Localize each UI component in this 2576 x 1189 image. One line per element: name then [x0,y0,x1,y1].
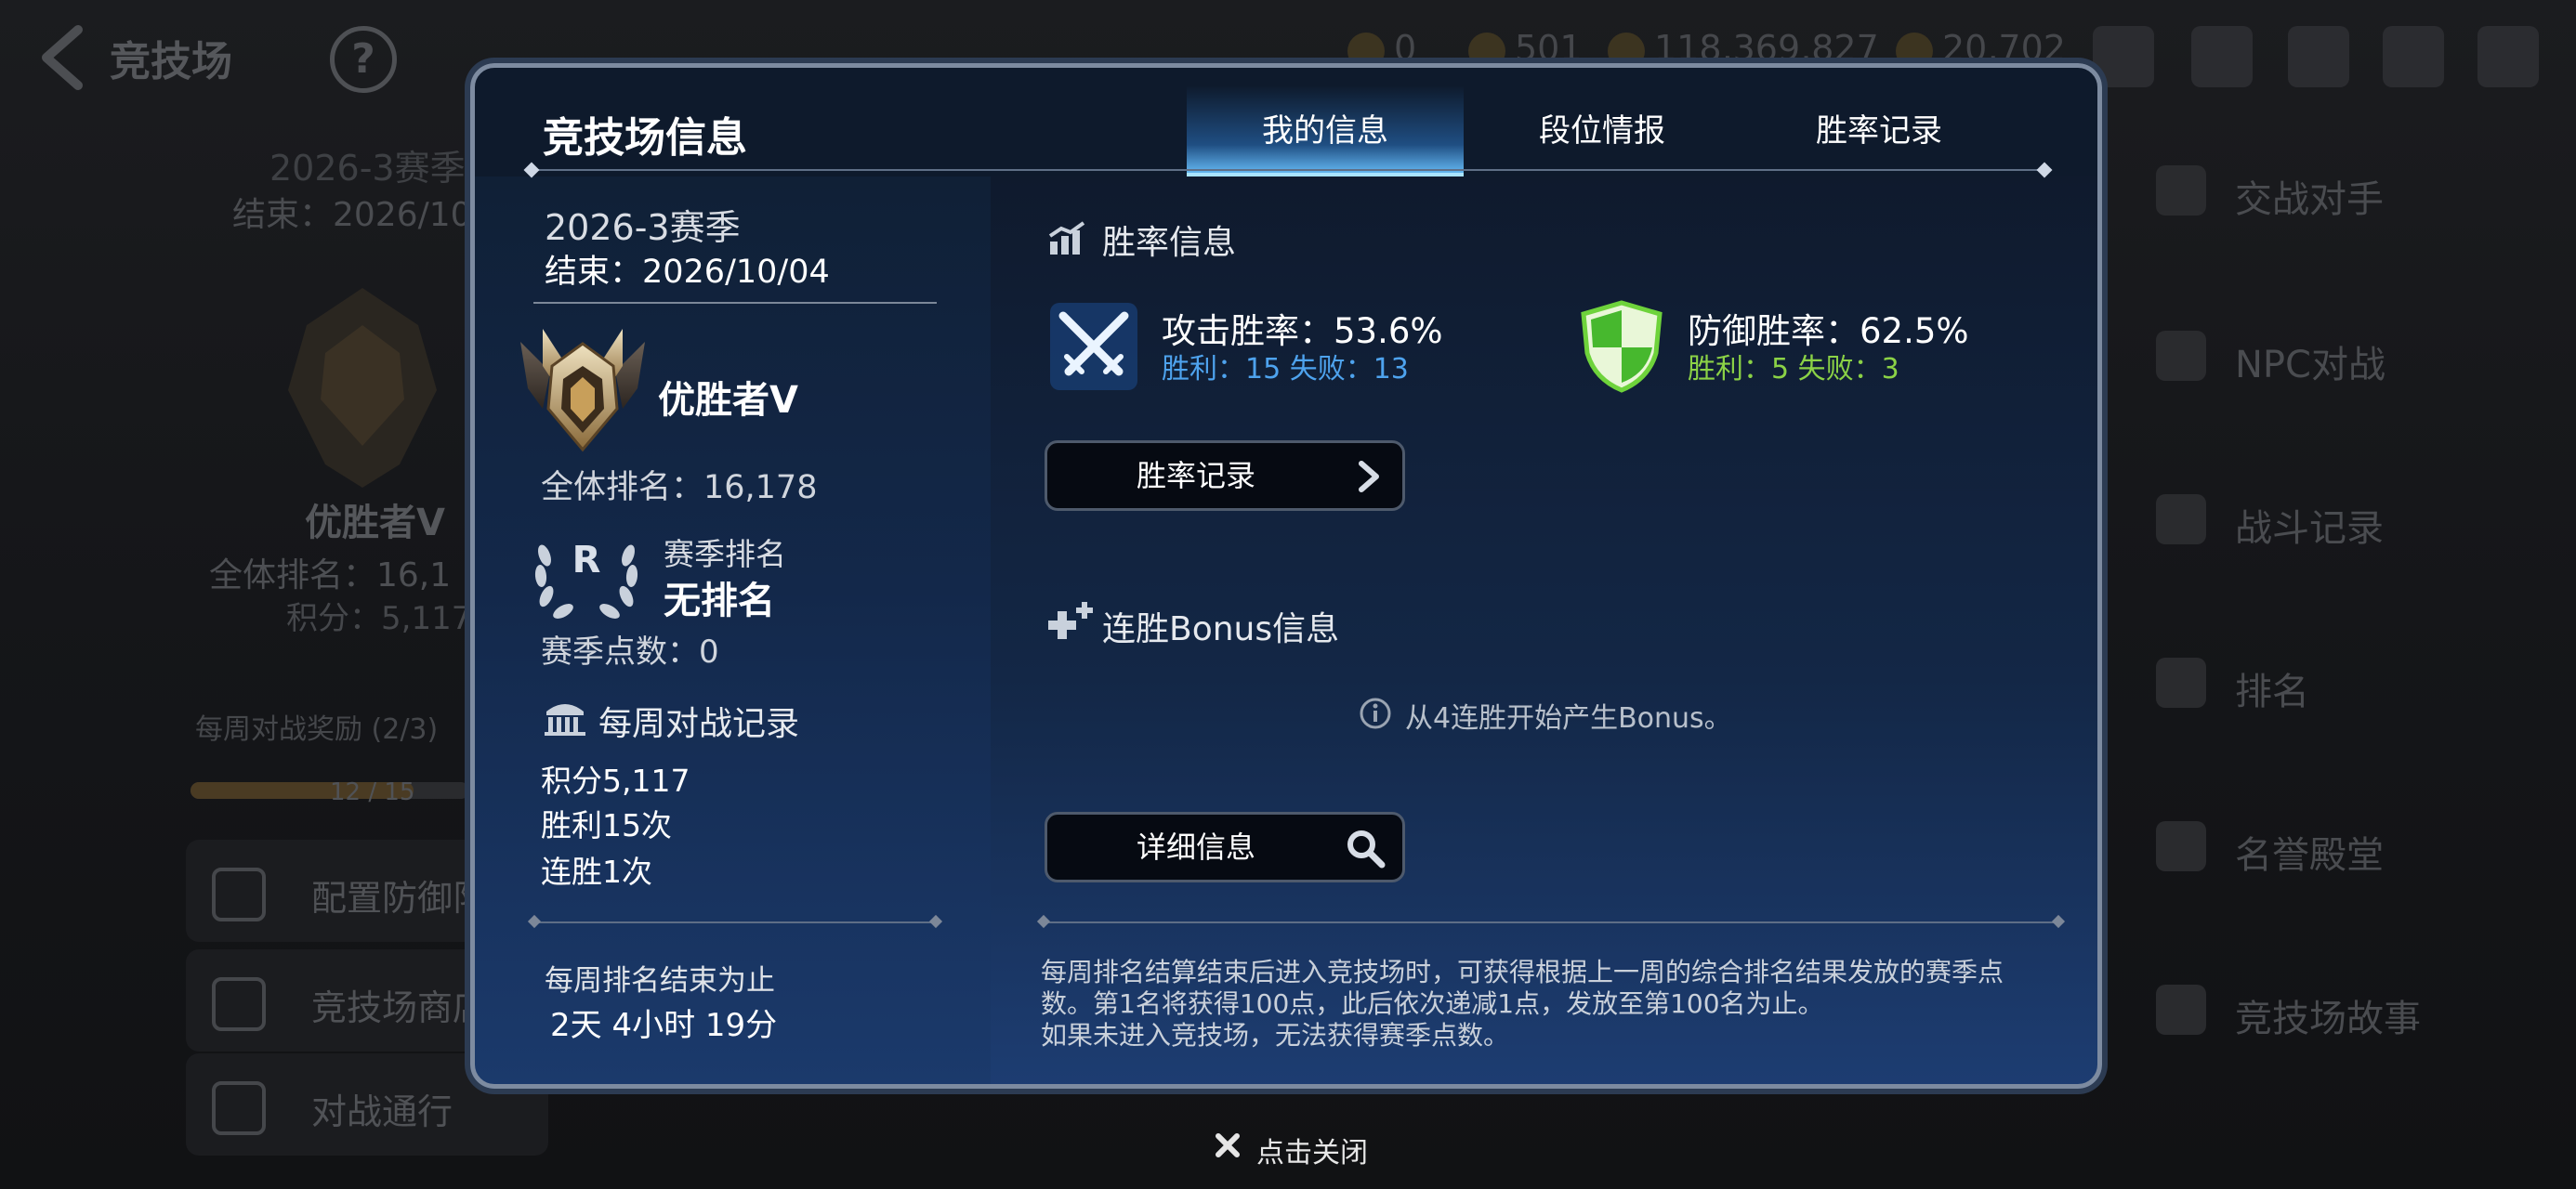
divider-ornament [2036,162,2053,178]
win-streak-bonus-title: 连胜Bonus信息 [1102,610,1340,648]
left-divider-bottom [533,921,937,923]
trophy-icon [2156,658,2206,708]
right-divider [1045,921,2057,923]
tab-my-info[interactable]: 我的信息 [1187,85,1464,176]
shield-icon [212,868,266,921]
note-line: 如果未进入竞技场，无法获得赛季点数。 [1041,1020,1510,1051]
rank-name: 优胜者V [658,379,798,422]
season-points-notes: 每周排名结算结束后进入竞技场时，可获得根据上一周的综合排名结果发放的赛季点 数。… [1041,957,2063,1052]
guild-icon[interactable] [2191,26,2253,87]
season-rank-label: 赛季排名 [664,536,786,572]
chevron-right-icon [1359,461,1379,492]
weekly-streak: 连胜1次 [541,854,652,890]
back-arrow-icon[interactable] [30,20,104,95]
shield-icon [1581,300,1663,393]
colosseum-icon [545,704,585,736]
detail-info-button[interactable]: 详细信息 [1045,812,1405,882]
weekly-end-countdown: 2天 4小时 19分 [550,1007,778,1044]
defense-win-loss: 胜利：5 失败：3 [1688,353,1899,385]
book-icon [2156,985,2206,1035]
laurel-star-icon [2156,821,2206,871]
winrate-record-button-label: 胜率记录 [1136,458,1255,493]
header-divider [530,169,2044,171]
bg-rank-name: 优胜者V [305,502,445,544]
chat-icon[interactable] [2383,26,2444,87]
note-line: 数。第1名将获得100点，此后依次递减1点，发放至第100名为止。 [1041,988,1824,1019]
note-line: 每周排名结算结束后进入竞技场时，可获得根据上一周的综合排名结果发放的赛季点 [1041,957,2004,987]
season-end-date: 结束：2026/10/04 [545,254,830,291]
weekly-points: 积分5,117 [541,763,690,799]
win-streak-bonus-note: 从4连胜开始产生Bonus。 [1405,702,1732,735]
weekly-end-label: 每周排名结束为止 [545,964,775,998]
modal-title: 竞技场信息 [543,114,747,162]
help-icon[interactable]: ? [330,26,397,93]
bg-points: 积分：5,117 [286,600,472,637]
mail-icon[interactable] [2288,26,2349,87]
close-hint-label: 点击关闭 [1256,1137,1368,1169]
season-rank-value: 无排名 [664,580,775,622]
arena-info-modal: 竞技场信息 我的信息 段位情报 胜率记录 2026-3赛季 结束：2026/10… [470,63,2102,1089]
detail-info-button-label: 详细信息 [1136,830,1255,865]
plus-icon [1048,602,1093,639]
winrate-record-button[interactable]: 胜率记录 [1045,440,1405,511]
bg-overall-rank: 全体排名：16,1 [209,556,452,594]
tab-tier-info[interactable]: 段位情报 [1464,85,1741,176]
pass-icon [212,1081,266,1135]
bg-rank-emblem-icon [288,288,437,488]
chart-icon [1048,221,1085,255]
robot-swords-icon [2156,331,2206,381]
search-icon [1347,830,1386,869]
bg-season-name: 2026-3赛季 [269,148,466,189]
scale-icon [212,977,266,1031]
info-icon [1360,698,1391,729]
winrate-section-title: 胜率信息 [1102,224,1237,262]
bg-progress-label: 12 / 15 [330,778,415,806]
attack-win-loss: 胜利：15 失败：13 [1162,353,1409,385]
season-name: 2026-3赛季 [545,207,741,248]
swords-icon [1050,303,1137,390]
close-icon [1216,1133,1240,1157]
bg-season-end: 结束：2026/10/0 [232,196,505,234]
modal-header: 竞技场信息 我的信息 段位情报 胜率记录 [470,63,2102,178]
menu-grid-icon[interactable] [2477,26,2539,87]
weekly-record-title: 每周对战记录 [598,705,800,743]
clipboard-icon [2156,494,2206,544]
overall-rank: 全体排名：16,178 [541,469,818,506]
rank-emblem-icon [520,329,645,452]
divider-ornament [523,162,540,178]
season-points: 赛季点数：0 [541,634,719,671]
weekly-wins: 胜利15次 [541,807,672,843]
swords-icon [2156,165,2206,216]
left-divider [533,302,937,304]
laurel-rank-icon: R [534,539,638,619]
screen-title: 竞技场 [110,38,232,85]
bg-weekly-reward: 每周对战奖励 (2/3) [195,713,439,746]
svg-text:R: R [572,539,601,581]
tab-bar: 我的信息 段位情报 胜率记录 [1187,85,2023,176]
tab-winrate-record[interactable]: 胜率记录 [1741,85,2017,176]
